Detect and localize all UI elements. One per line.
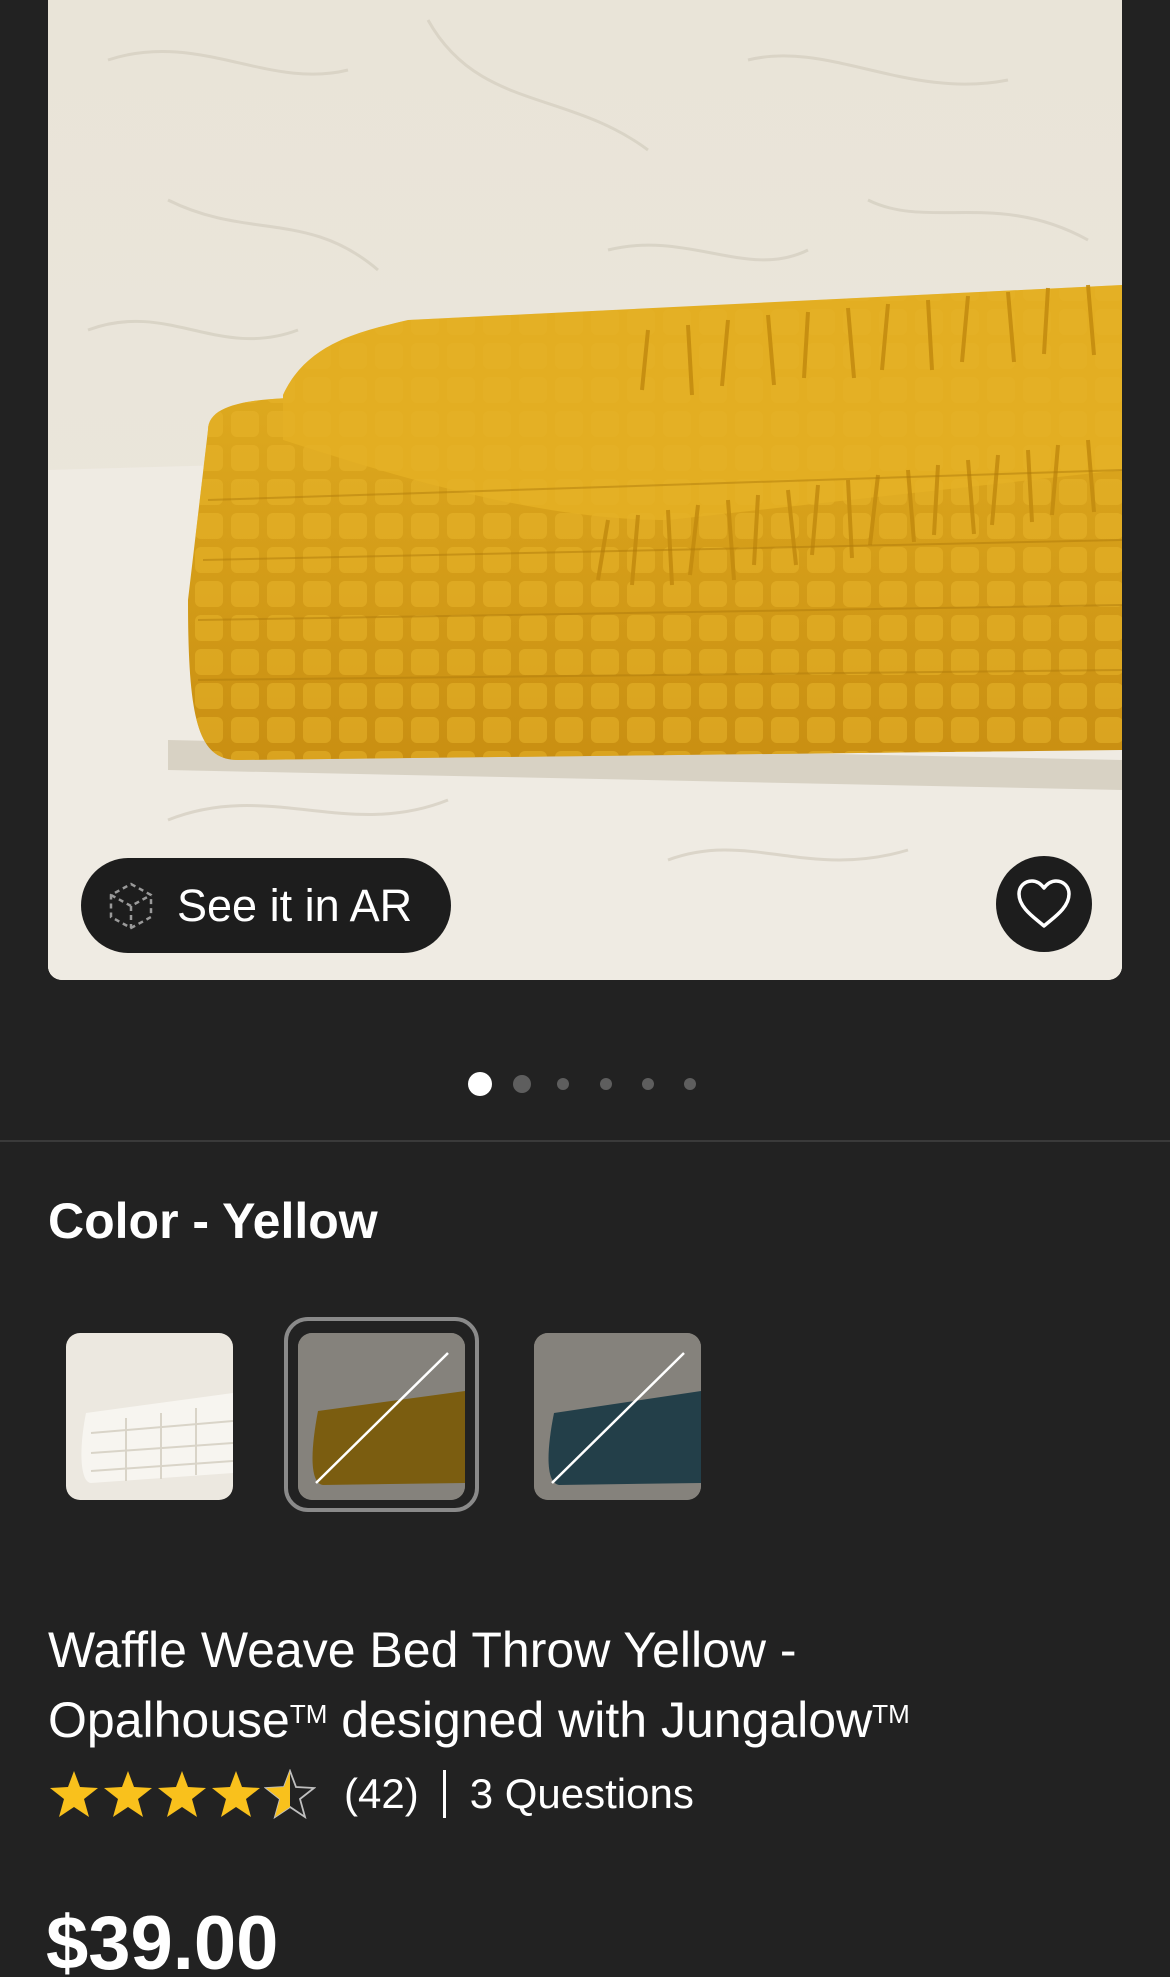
- carousel-dot[interactable]: [684, 1078, 696, 1090]
- product-price: $39.00: [46, 1901, 279, 1977]
- product-title: Waffle Weave Bed Throw Yellow - Opalhous…: [48, 1618, 1128, 1752]
- review-count[interactable]: (42): [344, 1770, 419, 1818]
- brand-jungalow[interactable]: Jungalow: [661, 1692, 872, 1748]
- carousel-dot[interactable]: [557, 1078, 569, 1090]
- product-image[interactable]: See it in AR: [48, 0, 1122, 980]
- favorite-button[interactable]: [996, 856, 1092, 952]
- brand-opalhouse[interactable]: Opalhouse: [48, 1692, 290, 1748]
- rating-separator: [442, 1770, 446, 1818]
- swatch-yellow[interactable]: [298, 1333, 465, 1500]
- color-selection-title: Color - Yellow: [48, 1193, 378, 1249]
- star-half-icon: [264, 1769, 316, 1819]
- section-divider: [0, 1140, 1170, 1142]
- star-rating[interactable]: [48, 1769, 318, 1819]
- swatch-blue[interactable]: [534, 1333, 701, 1500]
- cream-throw-thumbnail: [66, 1333, 233, 1500]
- ar-cube-icon: [109, 882, 153, 929]
- star-full-icon: [212, 1771, 260, 1817]
- product-title-line1: Waffle Weave Bed Throw Yellow -: [48, 1622, 797, 1678]
- designed-with-text: designed with: [327, 1692, 661, 1748]
- star-full-icon: [50, 1771, 98, 1817]
- throw-blanket-photo: [48, 0, 1122, 980]
- star-full-icon: [104, 1771, 152, 1817]
- ar-button-label: See it in AR: [177, 879, 413, 931]
- carousel-dot[interactable]: [600, 1078, 612, 1090]
- trademark-symbol: TM: [872, 1699, 910, 1729]
- blue-throw-thumbnail: [534, 1333, 701, 1500]
- star-full-icon: [158, 1771, 206, 1817]
- product-page: See it in AR Color - Yellow Waffle Weave…: [0, 0, 1170, 1977]
- carousel-dot[interactable]: [513, 1075, 531, 1093]
- swatch-cream[interactable]: [66, 1333, 233, 1500]
- carousel-dot-active[interactable]: [468, 1072, 492, 1096]
- carousel-indicator[interactable]: [0, 1072, 1170, 1096]
- carousel-dot[interactable]: [642, 1078, 654, 1090]
- rating-row[interactable]: (42) 3 Questions: [48, 1764, 694, 1824]
- trademark-symbol: TM: [289, 1699, 328, 1729]
- yellow-throw-thumbnail: [298, 1333, 465, 1500]
- see-in-ar-button[interactable]: See it in AR: [81, 858, 451, 953]
- questions-link[interactable]: 3 Questions: [470, 1770, 694, 1818]
- heart-icon: [1017, 879, 1071, 928]
